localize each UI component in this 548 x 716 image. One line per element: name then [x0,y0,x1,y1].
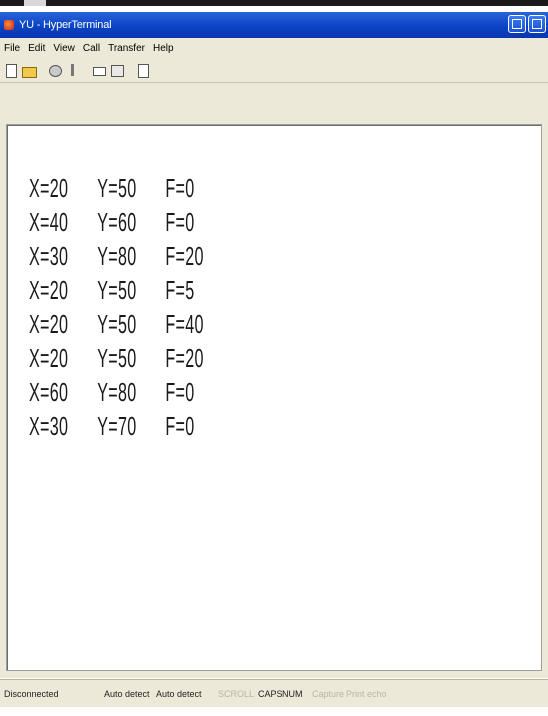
terminal-line: X=20 Y=50 F=20 [29,341,234,375]
x-value: X=20 [29,308,69,339]
f-value: F=0 [165,376,195,407]
terminal-line: X=40 Y=60 F=0 [29,205,234,239]
terminal-line: X=30 Y=70 F=0 [29,409,234,443]
y-value: Y=50 [97,308,137,339]
y-value: Y=80 [97,240,137,271]
y-value: Y=80 [97,376,137,407]
hyperterminal-app-icon [4,20,14,30]
x-value: X=20 [29,172,69,203]
menu-call[interactable]: Call [83,43,100,54]
y-value: Y=70 [97,410,137,441]
top-dark-strip [0,0,548,6]
terminal-line: X=20 Y=50 F=0 [29,171,234,205]
toolbar-separator [128,63,132,77]
status-num: NUM [282,689,303,699]
f-value: F=0 [165,410,195,441]
x-value: X=20 [29,274,69,305]
f-value: F=20 [165,342,204,373]
y-value: Y=60 [97,206,137,237]
f-value: F=40 [165,308,204,339]
title-bar[interactable]: YU - HyperTerminal [0,12,548,38]
f-value: F=20 [165,240,204,271]
status-scroll: SCROLL [218,689,255,699]
y-value: Y=50 [97,342,137,373]
y-value: Y=50 [97,274,137,305]
x-value: X=30 [29,240,69,271]
maximize-button[interactable] [528,15,546,33]
toolbar [0,58,548,83]
f-value: F=0 [165,206,195,237]
maximize-icon [532,19,542,29]
window-title: YU - HyperTerminal [19,19,112,31]
x-value: X=30 [29,410,69,441]
menu-edit[interactable]: Edit [28,43,45,54]
menu-file[interactable]: File [4,43,20,54]
terminal-output[interactable]: X=20 Y=50 F=0 X=40 Y=60 F=0 X=30 Y=80 F=… [6,124,542,671]
terminal-rows: X=20 Y=50 F=0 X=40 Y=60 F=0 X=30 Y=80 F=… [29,171,359,443]
connect-icon[interactable] [48,63,62,77]
status-caps: CAPS [258,689,283,699]
terminal-line: X=20 Y=50 F=5 [29,273,234,307]
toolbar-separator [84,63,88,77]
toolbar-separator [40,63,44,77]
send-icon[interactable] [92,63,106,77]
status-capture: Capture [312,689,345,699]
disconnect-icon[interactable] [66,63,80,77]
x-value: X=20 [29,342,69,373]
menu-bar: File Edit View Call Transfer Help [0,38,548,58]
f-value: F=0 [165,172,195,203]
open-icon[interactable] [22,63,37,78]
top-strip-knob [24,0,46,6]
status-print-echo: Print echo [346,689,387,699]
status-bar: Disconnected Auto detect Auto detect SCR… [0,679,548,708]
new-icon[interactable] [4,63,18,78]
minimize-button[interactable] [508,15,526,33]
top-strip [0,0,548,12]
properties-icon[interactable] [136,63,150,78]
bottom-strip [0,707,548,716]
menu-transfer[interactable]: Transfer [108,43,145,54]
menu-view[interactable]: View [53,43,75,54]
x-value: X=40 [29,206,69,237]
status-connection: Disconnected [4,689,59,699]
y-value: Y=50 [97,172,137,203]
minimize-icon [512,19,522,29]
terminal-line: X=60 Y=80 F=0 [29,375,234,409]
receive-icon[interactable] [110,63,124,77]
status-detect-1: Auto detect [104,689,150,699]
x-value: X=60 [29,376,69,407]
terminal-line: X=20 Y=50 F=40 [29,307,234,341]
menu-help[interactable]: Help [153,43,174,54]
terminal-line: X=30 Y=80 F=20 [29,239,234,273]
f-value: F=5 [165,274,195,305]
status-detect-2: Auto detect [156,689,202,699]
